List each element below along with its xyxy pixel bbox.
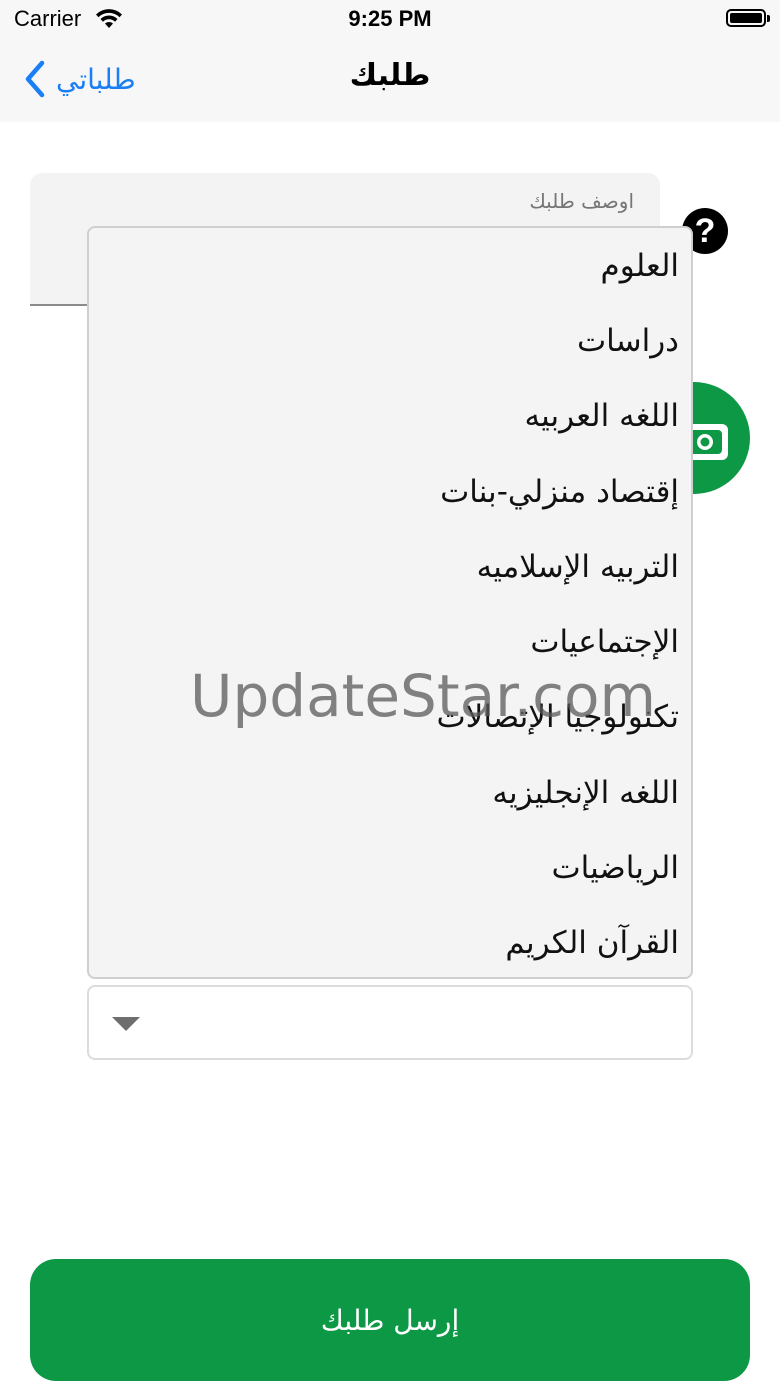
dropdown-item[interactable]: العلوم [601, 239, 679, 293]
caret-down-icon [112, 1017, 140, 1031]
dropdown-item[interactable]: الرياضيات [551, 841, 679, 895]
status-time: 9:25 PM [348, 6, 432, 31]
dropdown-item[interactable]: إقتصاد منزلي-بنات [440, 465, 679, 519]
subject-dropdown-list: العلوم دراسات اللغه العربيه إقتصاد منزلي… [87, 226, 693, 979]
subject-select[interactable] [87, 985, 693, 1060]
dropdown-item[interactable]: تكنولوجيا الإتصالات [436, 690, 679, 744]
dropdown-item[interactable]: القرآن الكريم [505, 916, 679, 970]
submit-button[interactable]: إرسل طلبك [30, 1259, 750, 1381]
dropdown-item[interactable]: الإجتماعيات [530, 615, 679, 669]
navigation-bar: طلباتي طلبك [0, 40, 780, 122]
dropdown-item[interactable]: اللغه الإنجليزيه [492, 766, 679, 820]
dropdown-item[interactable]: التربيه الإسلاميه [477, 540, 679, 594]
battery-icon [726, 9, 770, 27]
page-title: طلبك [349, 58, 431, 93]
status-bar: Carrier 9:25 PM [0, 0, 780, 40]
dropdown-item[interactable]: دراسات [577, 314, 679, 368]
dropdown-item[interactable]: اللغه العربيه [525, 389, 679, 443]
description-placeholder: اوصف طلبك [529, 189, 634, 213]
